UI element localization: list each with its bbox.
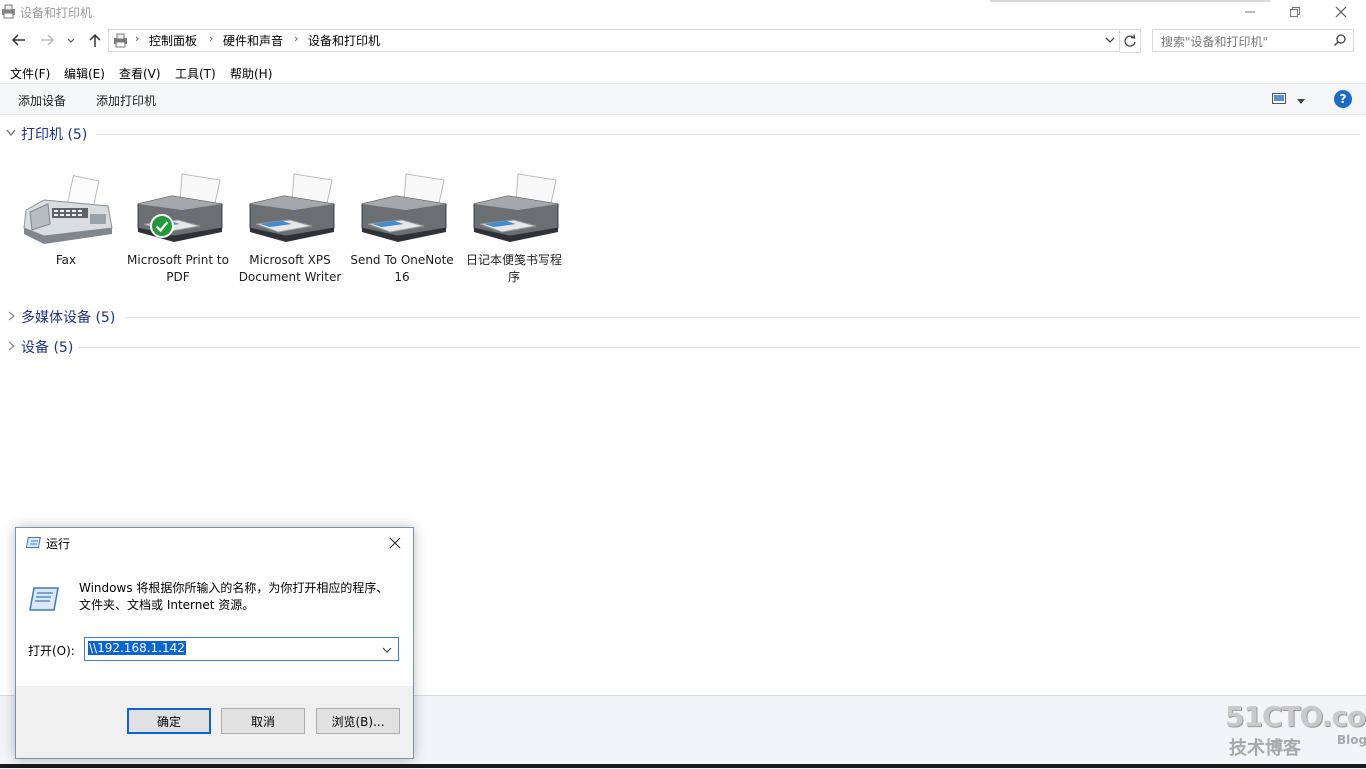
devices-printers-icon: [113, 32, 129, 48]
device-send-to-onenote-16[interactable]: Send To OneNote 16: [350, 170, 454, 286]
cancel-button[interactable]: 取消: [221, 708, 305, 734]
minimize-button[interactable]: [1227, 0, 1273, 24]
printer-icon: [130, 170, 226, 248]
browse-button[interactable]: 浏览(B)...: [316, 708, 400, 734]
device-label: Microsoft Print to PDF: [127, 253, 229, 284]
search-icon[interactable]: [1333, 33, 1347, 47]
command-bar: 添加设备 添加打印机 ?: [0, 83, 1366, 115]
refresh-icon: [1124, 34, 1136, 47]
up-button[interactable]: [84, 30, 106, 50]
watermark-logo: 51CTO.com: [1225, 700, 1366, 733]
device-fax[interactable]: Fax: [14, 170, 118, 269]
device-label: Fax: [55, 253, 77, 267]
dialog-footer: 确定 取消 浏览(B)...: [16, 686, 413, 758]
run-icon: [28, 586, 60, 612]
search-input[interactable]: 搜索"设备和打印机": [1152, 29, 1354, 52]
group-devices[interactable]: 设备 (5): [6, 337, 1360, 357]
dialog-body: Windows 将根据你所输入的名称，为你打开相应的程序、 文件夹、文档或 In…: [16, 558, 413, 686]
run-command-value[interactable]: \\192.168.1.142: [88, 641, 186, 655]
recent-locations-button[interactable]: [64, 30, 78, 50]
menu-file[interactable]: 文件(F): [10, 65, 50, 82]
close-button[interactable]: [1318, 0, 1364, 24]
divider: [78, 347, 1360, 348]
menu-help[interactable]: 帮助(H): [230, 65, 272, 82]
title-bar: 设备和打印机: [0, 0, 1366, 24]
group-title: 多媒体设备 (5): [21, 310, 116, 326]
change-view-icon[interactable]: [1272, 93, 1286, 104]
chevron-right-icon[interactable]: ›: [294, 32, 298, 45]
menu-tools[interactable]: 工具(T): [175, 65, 216, 82]
run-icon: [25, 536, 42, 550]
default-printer-check-icon: [150, 214, 174, 238]
breadcrumb-control-panel[interactable]: 控制面板: [149, 32, 197, 49]
chevron-down-icon[interactable]: [6, 127, 16, 139]
chevron-down-icon[interactable]: [1296, 95, 1306, 104]
run-command-input[interactable]: \\192.168.1.142: [84, 637, 399, 661]
group-printers[interactable]: 打印机 (5): [6, 124, 1360, 144]
watermark-subtitle: 技术博客: [1229, 738, 1301, 759]
breadcrumb-hardware-sound[interactable]: 硬件和声音: [223, 32, 283, 49]
devices-printers-icon: [1, 4, 17, 19]
close-icon: [389, 537, 401, 549]
device-label: 日记本便笺书写程序: [465, 253, 562, 284]
device-microsoft-print-to-pdf[interactable]: Microsoft Print to PDF: [126, 170, 230, 286]
chevron-down-icon[interactable]: [381, 644, 393, 654]
address-bar[interactable]: › 控制面板 › 硬件和声音 › 设备和打印机: [108, 29, 1120, 52]
ok-button[interactable]: 确定: [127, 708, 211, 734]
back-button[interactable]: [8, 30, 30, 50]
dialog-title: 运行: [46, 537, 71, 551]
taskbar-edge: [0, 764, 1366, 768]
device-microsoft-xps-document-writer[interactable]: Microsoft XPS Document Writer: [238, 170, 342, 286]
window-title: 设备和打印机: [20, 6, 93, 20]
restore-button[interactable]: [1272, 0, 1318, 24]
dialog-description: Windows 将根据你所输入的名称，为你打开相应的程序、 文件夹、文档或 In…: [79, 581, 389, 612]
menu-edit[interactable]: 编辑(E): [64, 65, 105, 82]
device-label: Microsoft XPS Document Writer: [238, 253, 342, 284]
watermark: 51CTO.com 技术博客 Blog: [1225, 700, 1366, 760]
chevron-down-icon[interactable]: [1103, 33, 1117, 47]
printer-icon: [466, 170, 562, 248]
refresh-button[interactable]: [1120, 29, 1141, 53]
printer-icon: [354, 170, 450, 248]
menu-view[interactable]: 查看(V): [119, 65, 161, 82]
fax-icon: [18, 170, 114, 248]
search-placeholder: 搜索"设备和打印机": [1161, 35, 1269, 49]
group-multimedia-devices[interactable]: 多媒体设备 (5): [6, 307, 1360, 327]
breadcrumb-devices-printers[interactable]: 设备和打印机: [308, 32, 380, 49]
printer-icon: [242, 170, 338, 248]
group-title: 设备 (5): [21, 340, 74, 356]
add-device-button[interactable]: 添加设备: [18, 92, 66, 109]
close-button[interactable]: [384, 532, 406, 554]
chevron-right-icon[interactable]: [6, 340, 16, 352]
device-journal-note-writer[interactable]: 日记本便笺书写程序: [462, 170, 566, 286]
chevron-right-icon[interactable]: ›: [209, 32, 213, 45]
run-dialog: 运行 Windows 将根据你所输入的名称，为你打开相应的程序、 文件夹、文档或…: [15, 527, 414, 759]
device-label: Send To OneNote 16: [350, 253, 454, 284]
add-printer-button[interactable]: 添加打印机: [96, 92, 156, 109]
divider: [126, 317, 1360, 318]
open-label: 打开(O):: [28, 644, 75, 658]
divider: [96, 134, 1360, 135]
help-icon[interactable]: ?: [1334, 90, 1352, 108]
forward-button[interactable]: [36, 30, 58, 50]
chevron-right-icon[interactable]: [6, 310, 16, 322]
menu-bar: 文件(F) 编辑(E) 查看(V) 工具(T) 帮助(H): [0, 62, 1366, 82]
watermark-blog: Blog: [1337, 733, 1366, 747]
chevron-right-icon[interactable]: ›: [135, 32, 139, 45]
group-title: 打印机 (5): [21, 127, 88, 143]
